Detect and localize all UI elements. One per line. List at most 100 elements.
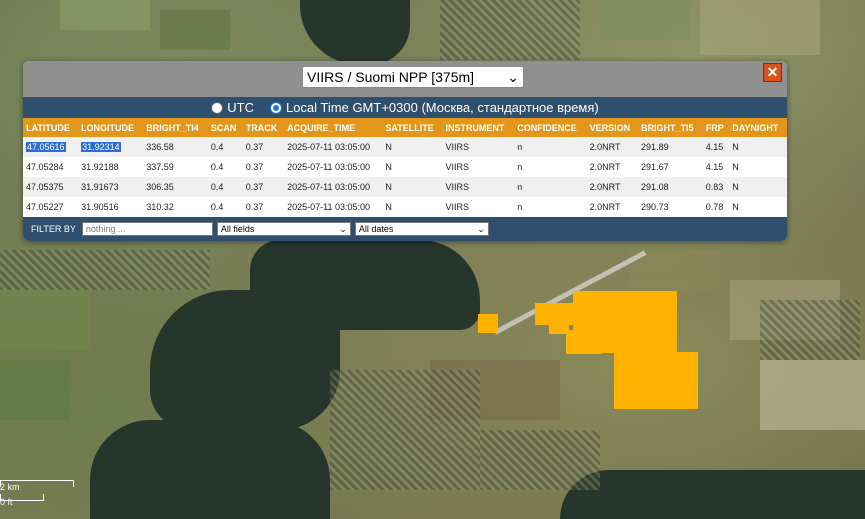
table-cell: 31.91673 xyxy=(81,182,119,192)
settlement xyxy=(440,0,580,60)
field-select[interactable]: All fields ⌄ xyxy=(216,222,351,236)
table-cell: 2025-07-11 03:05:00 xyxy=(287,162,371,172)
satellite-select[interactable]: VIIRS / Suomi NPP [375m] ⌄ xyxy=(302,66,524,88)
column-header-bright_ti4[interactable]: BRIGHT_TI4 xyxy=(143,118,208,137)
map-field xyxy=(700,0,820,55)
table-cell: n xyxy=(517,142,523,152)
timezone-bar: UTC Local Time GMT+0300 (Москва, стандар… xyxy=(23,97,787,118)
table-row[interactable]: 47.05227 31.90516 310.32 0.4 0.37 2025-07-11 … xyxy=(23,197,787,217)
column-header-frp[interactable]: FRP xyxy=(703,118,730,137)
chevron-down-icon: ⌄ xyxy=(477,223,485,234)
table-cell: 0.37 xyxy=(245,202,264,212)
table-cell: VIIRS xyxy=(445,182,469,192)
map-field xyxy=(160,10,230,50)
table-cell: 2025-07-11 03:05:00 xyxy=(287,142,371,152)
fire-details-popup: VIIRS / Suomi NPP [375m] ⌄ ✕ UTC Local T… xyxy=(23,61,787,241)
column-header-bright_ti5[interactable]: BRIGHT_TI5 xyxy=(638,118,703,137)
table-cell: N xyxy=(385,202,392,212)
table-cell: VIIRS xyxy=(445,142,469,152)
satellite-select-value: VIIRS / Suomi NPP [375m] xyxy=(307,69,475,85)
settlement xyxy=(0,250,210,290)
table-cell: 0.37 xyxy=(245,182,264,192)
table-cell: 0.37 xyxy=(245,142,264,152)
table-row[interactable]: 47.05284 31.92188 337.59 0.4 0.37 2025-07-11 … xyxy=(23,157,787,177)
column-header-scan[interactable]: SCAN xyxy=(208,118,243,137)
map-field xyxy=(600,0,690,40)
table-cell: n xyxy=(517,182,523,192)
settlement xyxy=(330,370,480,490)
table-row[interactable]: 47.05375 31.91673 306.35 0.4 0.37 2025-07-11 … xyxy=(23,177,787,197)
settlement xyxy=(760,300,860,360)
table-cell: 310.32 xyxy=(146,202,174,212)
table-cell: 4.15 xyxy=(705,162,724,172)
utc-radio[interactable] xyxy=(211,101,224,114)
table-cell: 0.4 xyxy=(210,202,224,212)
river xyxy=(150,290,340,430)
river xyxy=(560,470,865,519)
chevron-down-icon: ⌄ xyxy=(507,68,519,85)
table-cell: 31.92314 xyxy=(78,137,143,157)
date-select[interactable]: All dates ⌄ xyxy=(354,222,489,236)
scale-ft-label: 0 ft xyxy=(0,497,13,507)
column-header-satellite[interactable]: SATELLITE xyxy=(382,118,442,137)
column-header-daynight[interactable]: DAYNIGHT xyxy=(729,118,787,137)
scale-km-label: 2 km xyxy=(0,482,20,492)
popup-header: VIIRS / Suomi NPP [375m] ⌄ ✕ xyxy=(23,61,787,97)
table-cell: N xyxy=(732,162,739,172)
fire-hotspot[interactable] xyxy=(478,314,498,333)
close-button[interactable]: ✕ xyxy=(763,63,782,82)
river xyxy=(300,0,410,65)
table-cell: 0.78 xyxy=(705,202,724,212)
selected-text: 31.92314 xyxy=(81,142,121,152)
column-header-instrument[interactable]: INSTRUMENT xyxy=(442,118,514,137)
fire-hotspot[interactable] xyxy=(566,330,602,354)
local-time-radio[interactable] xyxy=(269,101,282,114)
table-cell: 290.73 xyxy=(641,202,669,212)
map-field xyxy=(760,360,865,430)
column-header-acquire_time[interactable]: ACQUIRE_TIME xyxy=(284,118,382,137)
filter-bar: FILTER BY All fields ⌄ All dates ⌄ xyxy=(23,217,787,241)
table-cell: 47.05375 xyxy=(26,182,64,192)
table-cell: 291.08 xyxy=(641,182,669,192)
table-row[interactable]: 47.05616 31.92314 336.58 0.4 0.37 2025-07-11 … xyxy=(23,137,787,157)
river xyxy=(90,420,330,519)
table-cell: 0.37 xyxy=(245,162,264,172)
column-header-track[interactable]: TRACK xyxy=(243,118,284,137)
table-cell: 47.05616 xyxy=(23,137,78,157)
filter-input[interactable] xyxy=(81,222,213,236)
table-cell: VIIRS xyxy=(445,202,469,212)
fire-data-table: LATITUDE LONGITUDE BRIGHT_TI4 SCAN TRACK ACQU… xyxy=(23,118,787,217)
map-field xyxy=(60,0,150,30)
filter-label: FILTER BY xyxy=(31,224,76,234)
column-header-longitude[interactable]: LONGITUDE xyxy=(78,118,143,137)
table-cell: n xyxy=(517,162,523,172)
table-cell: 2.0NRT xyxy=(589,202,621,212)
table-cell: 2025-07-11 03:05:00 xyxy=(287,182,371,192)
chevron-down-icon: ⌄ xyxy=(339,223,347,234)
table-cell: 0.4 xyxy=(210,162,224,172)
table-cell: 0.4 xyxy=(210,142,224,152)
fire-hotspot[interactable] xyxy=(614,352,698,409)
table-cell: VIIRS xyxy=(445,162,469,172)
table-cell: 2.0NRT xyxy=(589,182,621,192)
table-cell: 2.0NRT xyxy=(589,142,621,152)
utc-label: UTC xyxy=(227,100,254,115)
table-cell: 2.0NRT xyxy=(589,162,621,172)
table-cell: N xyxy=(385,182,392,192)
table-cell: 291.89 xyxy=(641,142,669,152)
table-cell: N xyxy=(385,142,392,152)
column-header-latitude[interactable]: LATITUDE xyxy=(23,118,78,137)
table-cell: N xyxy=(385,162,392,172)
table-cell: 31.92188 xyxy=(81,162,119,172)
column-header-confidence[interactable]: CONFIDENCE xyxy=(514,118,586,137)
table-cell: 47.05227 xyxy=(26,202,64,212)
close-icon: ✕ xyxy=(766,64,779,80)
table-header-row: LATITUDE LONGITUDE BRIGHT_TI4 SCAN TRACK ACQU… xyxy=(23,118,787,137)
table-cell: 4.15 xyxy=(705,142,724,152)
table-cell: N xyxy=(732,142,739,152)
map-field xyxy=(0,360,70,420)
table-cell: 336.58 xyxy=(146,142,174,152)
table-cell: 47.05284 xyxy=(26,162,64,172)
column-header-version[interactable]: VERSION xyxy=(587,118,638,137)
table-cell: N xyxy=(732,202,739,212)
